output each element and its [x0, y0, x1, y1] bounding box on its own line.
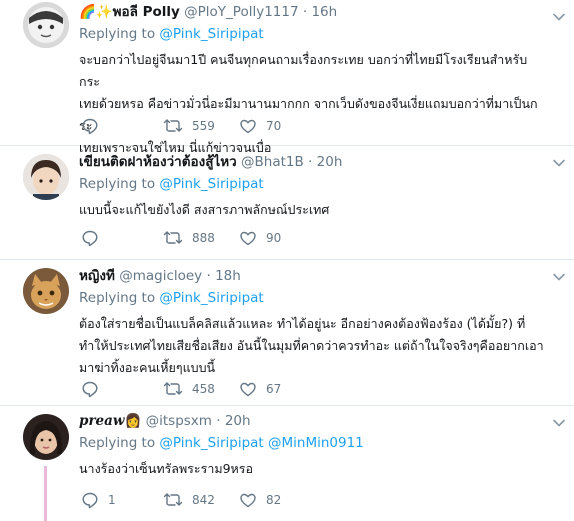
like-count: 70 [266, 119, 282, 133]
tweet[interactable]: 🌈✨พอลี Polly @PloY_Polly1117 · 16h Reply… [0, 0, 574, 155]
separator-dot: · [302, 4, 308, 20]
replying-to-label: Replying to [79, 26, 156, 42]
avatar-image [23, 268, 69, 314]
heart-icon [240, 382, 256, 397]
retweet-count: 559 [192, 119, 215, 133]
tweet-actions: 888 90 [81, 228, 301, 248]
tweet-header: preaw👩 @itspsxm · 20h [79, 412, 548, 430]
tweet-text-line: จะบอกว่าไปอยู่จีนมา1ปี คนจีนทุกคนถามเรื่… [79, 52, 528, 89]
replying-to-label: Replying to [79, 435, 156, 451]
reply-button[interactable]: 1 [81, 490, 116, 510]
tweet[interactable]: preaw👩 @itspsxm · 20h Replying to @Pink_… [0, 406, 574, 521]
tweet-actions: 1 842 82 [81, 490, 301, 510]
chevron-down-icon[interactable] [552, 10, 566, 24]
tweet-actions: 458 67 [81, 379, 301, 399]
heart-icon [240, 493, 256, 508]
tweet-text-line: นางร้องว่าเซ็นทรัลพระราม9หรอ [79, 461, 253, 476]
timestamp[interactable]: 20h [317, 154, 343, 170]
user-handle[interactable]: @itspsxm [146, 413, 212, 429]
tweet-header: 🌈✨พอลี Polly @PloY_Polly1117 · 16h [79, 3, 548, 21]
tweet[interactable]: หญิงที @magicloey · 18h Replying to @Pin… [0, 260, 574, 406]
tweet-text-line: ทำให้ประเทศไทยเสียชื่อเสียง อันนี้ในมุมท… [79, 338, 544, 353]
replying-to-label: Replying to [79, 290, 156, 306]
reply-button[interactable] [81, 228, 108, 248]
replying-to: Replying to @Pink_Siripipat [79, 289, 548, 307]
user-handle[interactable]: @magicloey [119, 268, 202, 284]
mention-link[interactable]: @Pink_Siripipat [159, 435, 263, 451]
user-handle[interactable]: @PloY_Polly1117 [184, 4, 298, 20]
retweet-button[interactable]: 842 [163, 490, 215, 510]
avatar-image [23, 154, 69, 200]
replying-to: Replying to @Pink_Siripipat [79, 25, 548, 43]
reply-icon [82, 230, 98, 247]
mention-link[interactable]: @MinMin0911 [268, 435, 364, 451]
avatar[interactable] [23, 154, 69, 200]
retweet-button[interactable]: 888 [163, 228, 215, 248]
display-name[interactable]: หญิงที [79, 268, 115, 284]
tweet-header: เขียนติดฝาห้องว่าต้องสู้ไหว @Bhat1B · 20… [79, 153, 548, 171]
tweet-header: หญิงที @magicloey · 18h [79, 267, 548, 285]
tweet-text-line: แบบนี้จะแก้ไขยังไงดี สงสารภาพลักษณ์ประเท… [79, 202, 330, 217]
avatar-image [23, 2, 69, 48]
heart-icon [240, 119, 256, 134]
avatar-image [23, 414, 69, 460]
retweet-icon [163, 493, 183, 506]
retweet-icon [163, 382, 183, 395]
like-count: 82 [266, 493, 282, 507]
reply-icon [82, 118, 98, 135]
like-button[interactable]: 82 [239, 490, 281, 510]
reply-icon [82, 381, 98, 398]
tweet-text: แบบนี้จะแก้ไขยังไงดี สงสารภาพลักษณ์ประเท… [79, 199, 548, 221]
display-name[interactable]: preaw [79, 413, 125, 429]
tweet-text: จะบอกว่าไปอยู่จีนมา1ปี คนจีนทุกคนถามเรื่… [79, 49, 548, 159]
timestamp[interactable]: 20h [225, 413, 251, 429]
mention-link[interactable]: @Pink_Siripipat [159, 176, 263, 192]
avatar[interactable] [23, 2, 69, 48]
reply-count: 1 [108, 493, 116, 507]
retweet-count: 842 [192, 493, 215, 507]
tweet-text: ต้องใส่รายชื่อเป็นแบล็คลิสแล้วแหละ ทำได้… [79, 313, 548, 379]
tweet-actions: 559 70 [81, 116, 301, 136]
name-suffix-emoji: 👩 [124, 413, 142, 429]
chevron-down-icon[interactable] [552, 156, 566, 170]
display-name[interactable]: พอลี Polly [113, 4, 180, 20]
chevron-down-icon[interactable] [552, 270, 566, 284]
tweet-text: นางร้องว่าเซ็นทรัลพระราม9หรอ [79, 458, 548, 480]
user-handle[interactable]: @Bhat1B [241, 154, 304, 170]
separator-dot: · [308, 154, 313, 170]
like-count: 67 [266, 382, 282, 396]
tweet-text-line: มาฆ่าทิ้งอะคนเหี้ยๆแบบนี้ [79, 360, 216, 375]
separator-dot: · [206, 268, 211, 284]
heart-icon [240, 231, 256, 246]
name-prefix-emoji: 🌈✨ [79, 4, 113, 20]
retweet-icon [163, 231, 183, 244]
tweet[interactable]: เขียนติดฝาห้องว่าต้องสู้ไหว @Bhat1B · 20… [0, 146, 574, 260]
reply-icon [82, 492, 98, 509]
like-button[interactable]: 90 [239, 228, 281, 248]
replying-to-label: Replying to [79, 176, 156, 192]
mention-link[interactable]: @Pink_Siripipat [159, 26, 263, 42]
retweet-count: 888 [192, 231, 215, 245]
separator-dot: · [216, 413, 221, 429]
timestamp[interactable]: 18h [215, 268, 241, 284]
like-button[interactable]: 67 [239, 379, 281, 399]
retweet-count: 458 [192, 382, 215, 396]
retweet-button[interactable]: 458 [163, 379, 215, 399]
timestamp[interactable]: 16h [311, 4, 337, 20]
reply-button[interactable] [81, 116, 108, 136]
retweet-icon [163, 119, 183, 132]
mention-link[interactable]: @Pink_Siripipat [159, 290, 263, 306]
retweet-button[interactable]: 559 [163, 116, 215, 136]
display-name[interactable]: เขียนติดฝาห้องว่าต้องสู้ไหว [79, 154, 237, 170]
avatar[interactable] [23, 414, 69, 460]
thread-connector [44, 466, 47, 521]
reply-button[interactable] [81, 379, 108, 399]
replying-to: Replying to @Pink_Siripipat @MinMin0911 [79, 434, 548, 452]
avatar[interactable] [23, 268, 69, 314]
like-count: 90 [266, 231, 282, 245]
tweet-text-line: ต้องใส่รายชื่อเป็นแบล็คลิสแล้วแหละ ทำได้… [79, 316, 526, 331]
replying-to: Replying to @Pink_Siripipat [79, 175, 548, 193]
chevron-down-icon[interactable] [552, 416, 566, 430]
like-button[interactable]: 70 [239, 116, 281, 136]
